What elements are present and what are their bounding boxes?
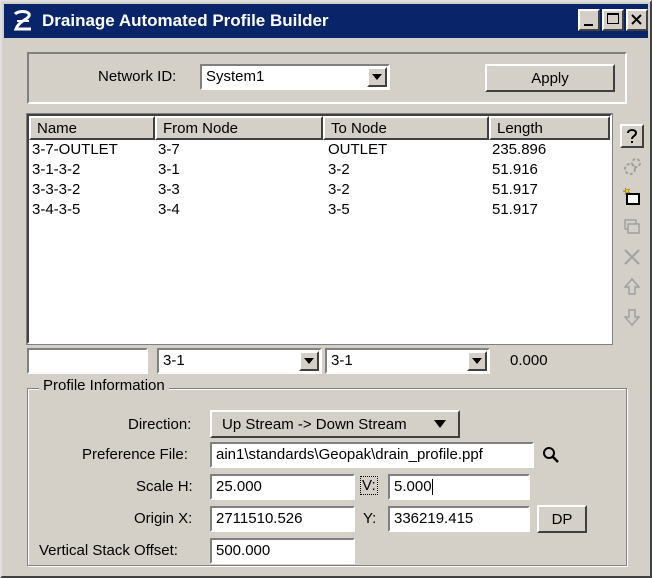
- column-header-name[interactable]: Name: [29, 116, 155, 140]
- segments-table[interactable]: Name From Node To Node Length 3-7-OUTLET…: [26, 113, 613, 345]
- apply-button[interactable]: Apply: [485, 64, 615, 92]
- move-down-icon[interactable]: [620, 305, 644, 329]
- chevron-down-icon[interactable]: [467, 351, 487, 371]
- column-header-to-node[interactable]: To Node: [323, 116, 489, 140]
- direction-label: Direction:: [128, 416, 192, 433]
- dp-button[interactable]: DP: [537, 505, 587, 533]
- dropdown-triangle-icon: [434, 420, 446, 428]
- cell-length: 235.896: [492, 141, 547, 158]
- chevron-down-icon[interactable]: [367, 67, 387, 87]
- window-title: Drainage Automated Profile Builder: [42, 11, 329, 30]
- scale-h-input[interactable]: 25.000: [210, 474, 355, 500]
- cell-length: 51.917: [492, 201, 538, 218]
- cell-length: 51.917: [492, 181, 538, 198]
- origin-x-value: 2711510.526: [216, 510, 303, 527]
- origin-y-label: Y:: [363, 510, 377, 527]
- cell-to-node: OUTLET: [328, 141, 388, 158]
- preference-file-input[interactable]: ain1\standards\Geopak\drain_profile.ppf: [210, 442, 534, 468]
- column-header-from-node[interactable]: From Node: [155, 116, 323, 140]
- search-icon[interactable]: [540, 444, 562, 466]
- cell-from-node: 3-7: [158, 141, 180, 158]
- from-node-combo[interactable]: 3-1: [157, 348, 322, 374]
- delete-icon[interactable]: [620, 245, 644, 269]
- direction-value: Up Stream -> Down Stream: [222, 415, 407, 433]
- chevron-down-icon[interactable]: [299, 351, 319, 371]
- to-node-combo[interactable]: 3-1: [325, 348, 490, 374]
- scale-v-input[interactable]: 5.000: [388, 474, 530, 500]
- table-row[interactable]: 3-7-OUTLET 3-7 OUTLET 235.896: [29, 141, 610, 161]
- profile-information-title: Profile Information: [39, 377, 169, 394]
- segment-length-value: 0.000: [510, 352, 548, 369]
- network-id-label: Network ID:: [98, 68, 177, 85]
- scale-h-value: 25.000: [216, 478, 262, 495]
- cell-from-node: 3-1: [158, 161, 180, 178]
- segment-name-input[interactable]: [27, 348, 148, 374]
- cell-to-node: 3-2: [328, 161, 350, 178]
- network-id-value: System1: [206, 68, 265, 85]
- move-up-icon[interactable]: [620, 275, 644, 299]
- dialog-window: Drainage Automated Profile Builder Netwo…: [0, 0, 652, 578]
- table-row[interactable]: 3-3-3-2 3-3 3-2 51.917: [29, 181, 610, 201]
- text-cursor: [431, 479, 433, 496]
- origin-y-input[interactable]: 336219.415: [388, 506, 530, 532]
- cell-name: 3-7-OUTLET: [32, 141, 118, 158]
- cell-from-node: 3-3: [158, 181, 180, 198]
- geopak-logo-icon: [10, 8, 36, 34]
- vertical-stack-offset-input[interactable]: 500.000: [210, 538, 355, 564]
- from-node-value: 3-1: [163, 352, 185, 369]
- column-header-length[interactable]: Length: [489, 116, 610, 140]
- scale-v-value: 5.000: [394, 478, 432, 495]
- cell-name: 3-3-3-2: [32, 181, 81, 198]
- maximize-icon[interactable]: [602, 9, 624, 31]
- new-icon[interactable]: [620, 185, 644, 209]
- close-icon[interactable]: [626, 9, 648, 31]
- copy-icon[interactable]: [620, 215, 644, 239]
- cell-length: 51.916: [492, 161, 538, 178]
- network-id-combo[interactable]: System1: [200, 64, 390, 90]
- to-node-value: 3-1: [331, 352, 353, 369]
- scale-h-label: Scale H:: [136, 478, 193, 495]
- cell-name: 3-1-3-2: [32, 161, 81, 178]
- vertical-stack-offset-label: Vertical Stack Offset:: [39, 542, 178, 559]
- cell-from-node: 3-4: [158, 201, 180, 218]
- origin-x-label: Origin X:: [134, 510, 193, 527]
- gear-icon[interactable]: [620, 155, 644, 179]
- vertical-stack-offset-value: 500.000: [216, 542, 271, 559]
- cell-to-node: 3-5: [328, 201, 350, 218]
- title-bar[interactable]: Drainage Automated Profile Builder: [4, 4, 648, 38]
- preference-file-label: Preference File:: [82, 446, 188, 463]
- help-icon[interactable]: [620, 124, 644, 148]
- preference-file-value: ain1\standards\Geopak\drain_profile.ppf: [216, 446, 483, 463]
- scale-v-label: V:: [360, 476, 378, 495]
- table-row[interactable]: 3-1-3-2 3-1 3-2 51.916: [29, 161, 610, 181]
- cell-name: 3-4-3-5: [32, 201, 81, 218]
- table-row[interactable]: 3-4-3-5 3-4 3-5 51.917: [29, 201, 610, 221]
- origin-x-input[interactable]: 2711510.526: [210, 506, 355, 532]
- origin-y-value: 336219.415: [394, 510, 474, 527]
- minimize-icon[interactable]: [578, 9, 600, 31]
- cell-to-node: 3-2: [328, 181, 350, 198]
- direction-dropdown[interactable]: Up Stream -> Down Stream: [210, 410, 460, 438]
